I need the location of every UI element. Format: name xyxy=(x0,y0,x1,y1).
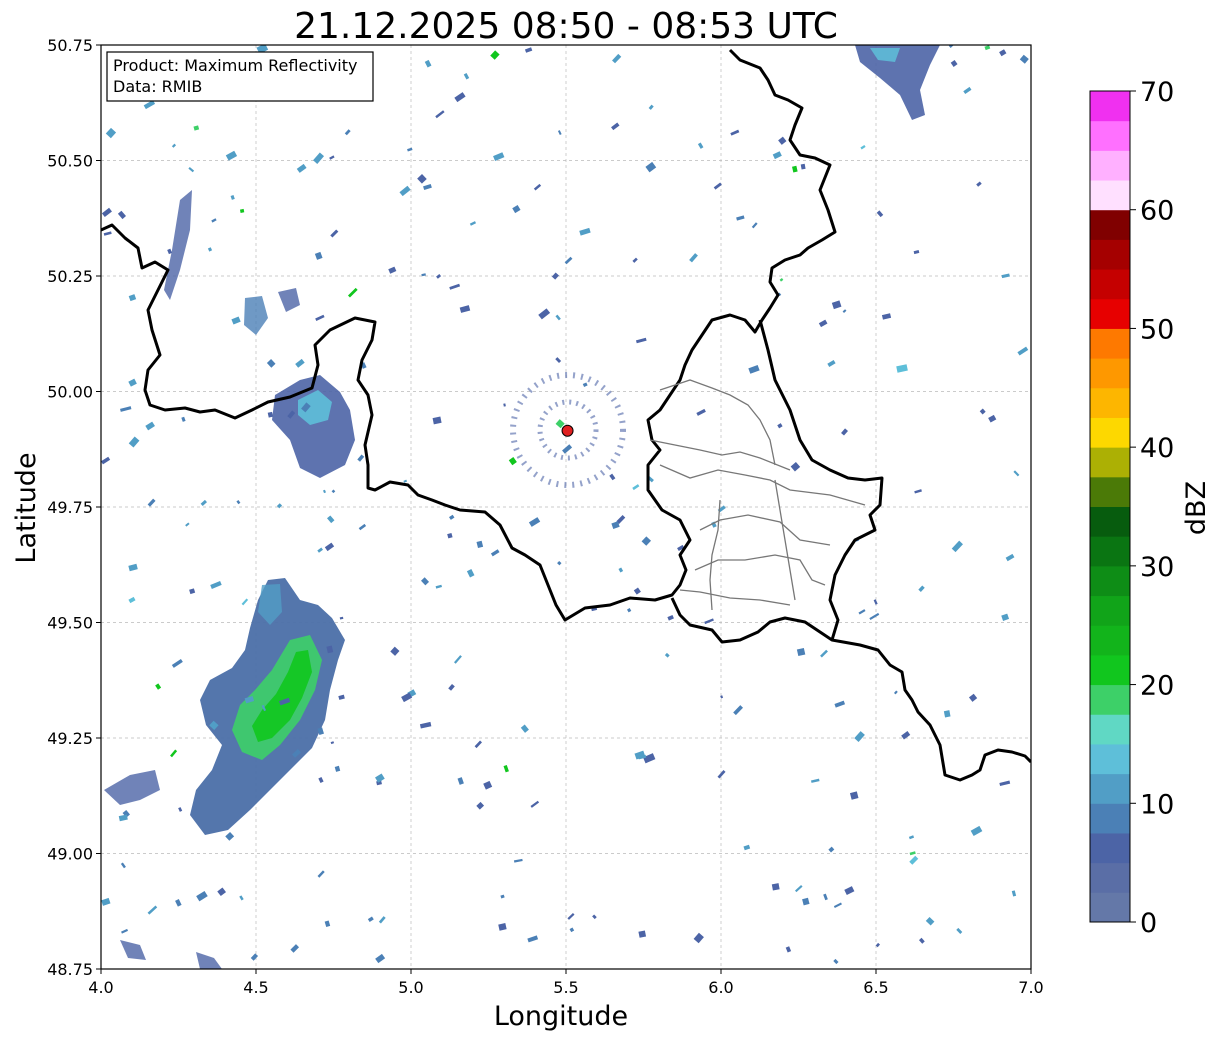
y-tick-label: 49.25 xyxy=(47,729,93,748)
colorbar-label: dBZ xyxy=(1181,481,1212,535)
x-axis-label: Longitude xyxy=(494,1001,628,1032)
y-axis: 50.75 50.50 50.25 50.00 49.75 49.50 49.25 49.00… xyxy=(47,36,101,979)
colorbar-segment xyxy=(1090,625,1130,656)
x-tick-label: 4.5 xyxy=(243,978,268,997)
colorbar-segment xyxy=(1090,239,1130,270)
colorbar-segment xyxy=(1090,565,1130,597)
y-axis-label: Latitude xyxy=(11,452,42,563)
colorbar-segment xyxy=(1090,298,1130,329)
y-tick-label: 49.00 xyxy=(47,845,93,864)
colorbar-segment xyxy=(1090,862,1130,893)
x-tick-label: 7.0 xyxy=(1018,978,1043,997)
colorbar-tick-label: 50 xyxy=(1140,314,1174,345)
colorbar-segment xyxy=(1090,743,1130,775)
colorbar-segment xyxy=(1090,180,1130,211)
colorbar-segment xyxy=(1090,506,1130,537)
x-tick-label: 4.0 xyxy=(88,978,113,997)
x-tick-label: 5.5 xyxy=(553,978,578,997)
radar-site-marker xyxy=(561,424,574,437)
colorbar-segment xyxy=(1090,714,1130,745)
colorbar-tick-label: 0 xyxy=(1140,908,1157,939)
colorbar-tick-label: 60 xyxy=(1140,196,1174,227)
colorbar-tick-label: 70 xyxy=(1140,77,1174,108)
colorbar-segment xyxy=(1090,595,1130,626)
y-tick-label: 48.75 xyxy=(47,960,93,979)
colorbar-tick-label: 40 xyxy=(1140,433,1174,464)
x-tick-label: 6.5 xyxy=(863,978,888,997)
x-axis: 4.0 4.5 5.0 5.5 6.0 6.5 7.0 xyxy=(88,969,1044,997)
colorbar-segment xyxy=(1090,536,1130,567)
colorbar-segment xyxy=(1090,684,1130,715)
colorbar-tick-label: 10 xyxy=(1140,789,1174,820)
colorbar-segment xyxy=(1090,269,1130,300)
radar-figure: 21.12.2025 08:50 - 08:53 UTC Product: Ma… xyxy=(11,6,1212,1032)
echo-speckle xyxy=(638,930,647,938)
colorbar-segment xyxy=(1090,91,1130,122)
colorbar-segment xyxy=(1090,328,1130,359)
echo-speckle xyxy=(943,710,951,718)
product-label: Product: Maximum Reflectivity xyxy=(113,56,357,75)
echo-speckle xyxy=(239,208,245,213)
colorbar-tick-label: 30 xyxy=(1140,552,1174,583)
colorbar-segment xyxy=(1090,803,1130,834)
colorbar-segment xyxy=(1090,832,1130,864)
colorbar-segment xyxy=(1090,417,1130,448)
colorbar-segment xyxy=(1090,150,1130,181)
map-title: 21.12.2025 08:50 - 08:53 UTC xyxy=(294,6,838,47)
x-tick-label: 5.0 xyxy=(398,978,423,997)
colorbar-segment xyxy=(1090,447,1130,478)
colorbar-segment xyxy=(1090,209,1130,240)
y-tick-label: 49.75 xyxy=(47,498,93,517)
y-tick-label: 50.00 xyxy=(47,383,93,402)
x-tick-label: 6.0 xyxy=(708,978,733,997)
colorbar-segment xyxy=(1090,476,1130,507)
y-tick-label: 50.25 xyxy=(47,267,93,286)
y-tick-label: 50.50 xyxy=(47,152,93,171)
colorbar-segment xyxy=(1090,773,1130,804)
y-tick-label: 50.75 xyxy=(47,36,93,55)
colorbar-segment xyxy=(1090,120,1130,151)
colorbar-segment xyxy=(1090,358,1130,389)
colorbar-segment xyxy=(1090,387,1130,418)
colorbar-segment xyxy=(1090,654,1130,686)
product-info-box: Product: Maximum Reflectivity Data: RMIB xyxy=(106,51,374,102)
y-tick-label: 49.50 xyxy=(47,614,93,633)
data-source-label: Data: RMIB xyxy=(113,77,202,96)
colorbar-segment xyxy=(1090,892,1130,923)
colorbar-tick-label: 20 xyxy=(1140,671,1174,702)
echo-speckle xyxy=(771,883,780,891)
colorbar: 0 10 20 30 40 50 60 70 xyxy=(1089,77,1174,939)
